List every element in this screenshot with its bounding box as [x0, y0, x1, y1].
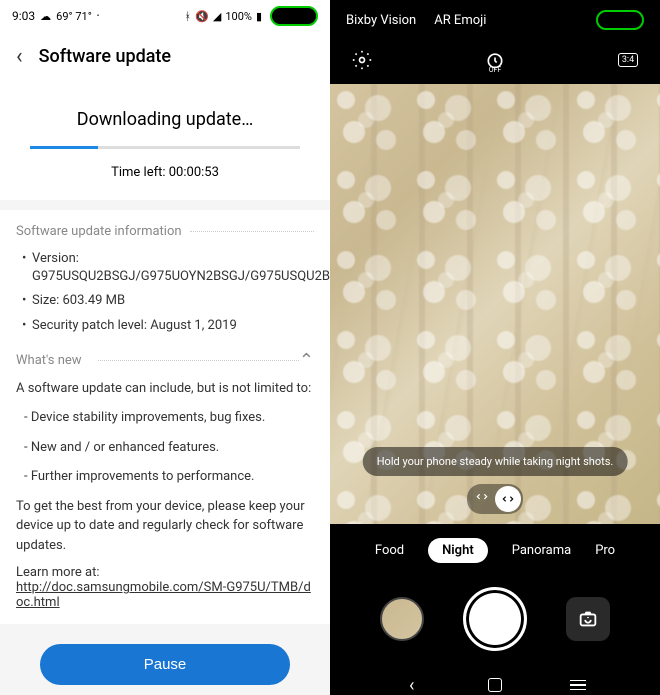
- mode-pro[interactable]: Pro: [595, 543, 615, 558]
- progress-bar: [30, 146, 300, 149]
- back-button[interactable]: ‹: [16, 44, 23, 69]
- mode-food[interactable]: Food: [375, 543, 404, 558]
- zoom-toggles: [467, 484, 523, 514]
- settings-button[interactable]: [350, 48, 374, 72]
- ar-emoji-button[interactable]: AR Emoji: [434, 13, 486, 28]
- pill-indicator: [596, 10, 644, 30]
- pause-button[interactable]: Pause: [40, 644, 290, 685]
- gallery-thumbnail[interactable]: [380, 597, 424, 641]
- download-status: Downloading update…: [20, 109, 310, 130]
- camera-controls: OFF 3:4: [330, 40, 660, 84]
- pill-indicator: [270, 6, 318, 26]
- shutter-button[interactable]: [463, 587, 527, 651]
- clock: 9:03: [12, 9, 35, 23]
- camera-top-bar: Bixby Vision AR Emoji: [330, 0, 660, 40]
- notification-dot: •: [97, 12, 99, 20]
- whats-new-item: - Further improvements to performance.: [16, 467, 314, 487]
- camera-hint: Hold your phone steady while taking nigh…: [363, 447, 628, 476]
- whats-new-toggle[interactable]: What's new ⌃: [16, 350, 314, 371]
- mode-selector[interactable]: Food Night Panorama Pro: [330, 524, 660, 577]
- version-info: Version: G975USQU2BSGJ/G975UOYN2BSGJ/G97…: [22, 247, 314, 289]
- mute-icon: 🔇: [195, 10, 209, 23]
- shutter-row: [330, 577, 660, 661]
- whats-new-title: What's new: [16, 353, 82, 368]
- update-info: Software update information Version: G97…: [0, 210, 330, 624]
- patch-info: Security patch level: August 1, 2019: [22, 314, 314, 338]
- bluetooth-icon: ᚼ: [185, 10, 192, 23]
- mode-night[interactable]: Night: [428, 538, 488, 563]
- download-section: Downloading update… Time left: 00:00:53: [0, 81, 330, 200]
- ratio-button[interactable]: 3:4: [616, 48, 640, 72]
- zoom-wide-button[interactable]: [469, 486, 495, 512]
- software-update-screen: 9:03 ☁ 69° 71° • ᚼ 🔇 ◢ 100% ▮ ‹ Software…: [0, 0, 330, 695]
- learn-more-link[interactable]: http://doc.samsungmobile.com/SM-G975U/TM…: [16, 580, 311, 610]
- page-title: Software update: [39, 46, 171, 67]
- status-bar: 9:03 ☁ 69° 71° • ᚼ 🔇 ◢ 100% ▮: [0, 0, 330, 32]
- header: ‹ Software update: [0, 32, 330, 81]
- battery-text: 100%: [225, 10, 252, 23]
- whats-new-intro: A software update can include, but is no…: [16, 379, 314, 399]
- bixby-vision-button[interactable]: Bixby Vision: [346, 13, 416, 28]
- whats-new-item: - Device stability improvements, bug fix…: [16, 408, 314, 428]
- timer-button[interactable]: OFF: [483, 48, 507, 72]
- recents-nav-button[interactable]: [568, 675, 588, 695]
- battery-icon: ▮: [256, 10, 262, 23]
- back-nav-button[interactable]: ‹: [402, 675, 422, 695]
- whats-new-footer: To get the best from your device, please…: [16, 497, 314, 556]
- signal-icon: ◢: [213, 10, 221, 23]
- size-info: Size: 603.49 MB: [22, 289, 314, 313]
- progress-fill: [30, 146, 98, 149]
- info-title: Software update information: [16, 224, 182, 239]
- viewfinder[interactable]: Hold your phone steady while taking nigh…: [330, 84, 660, 524]
- nav-bar: ‹: [330, 661, 660, 695]
- camera-screen: Bixby Vision AR Emoji OFF 3:4 Hold your …: [330, 0, 660, 695]
- learn-more-label: Learn more at:: [16, 565, 314, 580]
- whats-new-item: - New and / or enhanced features.: [16, 438, 314, 458]
- zoom-normal-button[interactable]: [495, 486, 521, 512]
- switch-camera-button[interactable]: [566, 597, 610, 641]
- temperature: 69° 71°: [56, 10, 92, 23]
- home-nav-button[interactable]: [485, 675, 505, 695]
- time-remaining: Time left: 00:00:53: [20, 165, 310, 180]
- chevron-up-icon: ⌃: [299, 350, 314, 371]
- mode-panorama[interactable]: Panorama: [512, 543, 572, 558]
